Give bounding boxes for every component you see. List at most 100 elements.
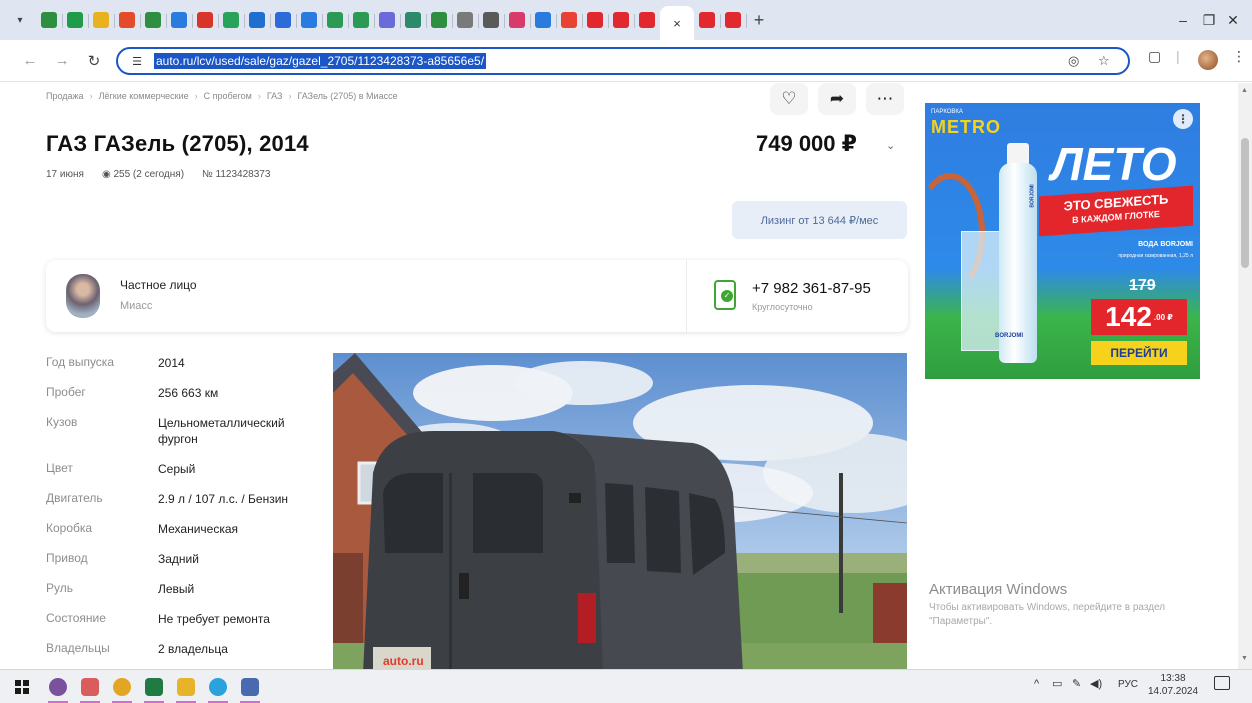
taskbar-app[interactable] [202,670,234,703]
page-scrollbar[interactable]: ▲ ▼ [1238,83,1252,669]
breadcrumb: Продажа › Лёгкие коммерческие › С пробегом › Г… [46,91,398,101]
share-icon[interactable]: ➦ [818,83,856,115]
profile-avatar[interactable] [1198,50,1218,70]
taskbar-app[interactable] [106,670,138,703]
tab-favicon-icon [223,12,239,28]
browser-tab[interactable] [348,5,375,35]
ad-banner: ЭТО СВЕЖЕСТЬ В КАЖДОМ ГЛОТКЕ [1039,185,1193,237]
language-indicator[interactable]: РУС [1118,679,1138,690]
forward-arrow-icon[interactable]: → [48,47,76,75]
address-bar[interactable]: ☰ auto.ru/lcv/used/sale/gaz/gazel_2705/1… [116,47,1130,75]
scroll-down-arrow-icon[interactable]: ▼ [1241,655,1248,662]
toolbar-divider: | [1176,48,1180,64]
breadcrumb-link[interactable]: Продажа [46,91,84,101]
browser-tab[interactable] [62,5,89,35]
taskbar-app[interactable] [74,670,106,703]
spec-value: Задний [158,552,199,566]
favorite-heart-icon[interactable]: ♡ [770,83,808,115]
browser-tab[interactable] [140,5,167,35]
reload-icon[interactable]: ↻ [80,47,108,75]
ad-info-icon[interactable]: ⋮ [1173,109,1193,129]
specs-list: Год выпуска 2014 Пробег 256 663 км Кузов Цель… [46,355,316,669]
url-text[interactable]: auto.ru/lcv/used/sale/gaz/gazel_2705/112… [154,53,487,69]
phone-availability: Круглосуточно [752,302,813,312]
scroll-up-arrow-icon[interactable]: ▲ [1241,87,1248,94]
browser-tab[interactable] [694,5,721,35]
seller-phone[interactable]: +7 982 361-87-95 [752,280,871,297]
browser-tab[interactable] [608,5,635,35]
breadcrumb-link[interactable]: ГАЗель (2705) в Миассе [297,91,397,101]
spec-label: Кузов [46,415,78,429]
browser-tab[interactable] [478,5,505,35]
taskbar-app[interactable] [170,670,202,703]
breadcrumb-link[interactable]: С пробегом [204,91,252,101]
tab-favicon-icon [93,12,109,28]
taskbar-app[interactable] [234,670,266,703]
browser-tab[interactable] [270,5,297,35]
browser-tab[interactable] [582,5,609,35]
browser-tab[interactable] [114,5,141,35]
browser-tab[interactable] [504,5,531,35]
seller-type: Частное лицо [120,278,197,292]
bookmark-star-icon[interactable]: ☆ [1098,53,1110,69]
pen-icon[interactable]: ✎ [1072,677,1081,690]
volume-icon[interactable]: ◀) [1090,677,1102,690]
browser-tab[interactable] [530,5,557,35]
price-history-chevron-icon[interactable]: ⌄ [886,139,895,152]
tab-favicon-icon [275,12,291,28]
browser-tab[interactable] [166,5,193,35]
ad-brand-logo: METRO [931,117,1001,137]
browser-tab[interactable] [36,5,63,35]
spec-label: Цвет [46,461,73,475]
taskbar-app[interactable] [42,670,74,703]
scrollbar-thumb[interactable] [1241,138,1249,268]
notifications-icon[interactable] [1214,676,1230,690]
back-arrow-icon[interactable]: ← [16,47,44,75]
tray-chevron-up-icon[interactable]: ^ [1034,678,1039,690]
tab-favicon-icon [197,12,213,28]
tab-favicon-icon [145,12,161,28]
metro-advertisement[interactable]: BORJOMI BORJOMI ПАРКОВКА METRO ⋮ ЛЕТО ЭТ… [925,103,1200,379]
breadcrumb-link[interactable]: ГАЗ [267,91,283,101]
vehicle-photo[interactable]: auto.ru [333,353,907,669]
spec-value: Не требует ремонта [158,612,270,626]
tab-favicon-icon [249,12,265,28]
browser-tab[interactable] [88,5,115,35]
browser-tab[interactable] [296,5,323,35]
browser-menu-icon[interactable]: ⋮ [1232,48,1246,65]
breadcrumb-link[interactable]: Лёгкие коммерческие [99,91,189,101]
new-tab-button[interactable]: + [746,5,772,35]
leasing-button[interactable]: Лизинг от 13 644 ₽/мес [732,201,907,239]
tab-favicon-icon [509,12,525,28]
browser-tab[interactable] [634,5,661,35]
browser-tab[interactable] [322,5,349,35]
spec-label: Пробег [46,385,86,399]
extensions-icon[interactable]: ▢ [1148,48,1161,65]
ad-brand-small: ПАРКОВКА [931,109,963,115]
taskbar-clock[interactable]: 13:38 14.07.2024 [1148,672,1198,698]
ad-cta-button[interactable]: ПЕРЕЙТИ [1091,341,1187,365]
tab-favicon-icon [587,12,603,28]
browser-tab[interactable] [192,5,219,35]
windows-taskbar [0,669,1252,703]
active-tab-close-button[interactable]: × [660,6,694,40]
eye-off-icon[interactable]: ◎ [1068,53,1079,69]
browser-tab[interactable] [374,5,401,35]
page-title: ГАЗ ГАЗель (2705), 2014 [46,131,309,156]
browser-tab[interactable] [400,5,427,35]
taskbar-app[interactable] [138,670,170,703]
browser-tab[interactable] [218,5,245,35]
tab-search-chevron-icon[interactable]: ▾ [8,8,32,32]
browser-tab[interactable] [452,5,479,35]
seller-avatar [66,274,100,318]
browser-tab[interactable] [556,5,583,35]
site-info-icon[interactable]: ☰ [126,52,148,70]
browser-tab[interactable] [720,5,747,35]
browser-tab[interactable] [244,5,271,35]
start-button[interactable] [6,670,38,703]
more-options-icon[interactable]: ⋯ [866,83,904,115]
network-icon[interactable]: ▭ [1052,677,1062,690]
browser-tab[interactable] [426,5,453,35]
spec-label: Коробка [46,521,93,535]
close-window-button[interactable]: ✕ [1210,0,1252,40]
